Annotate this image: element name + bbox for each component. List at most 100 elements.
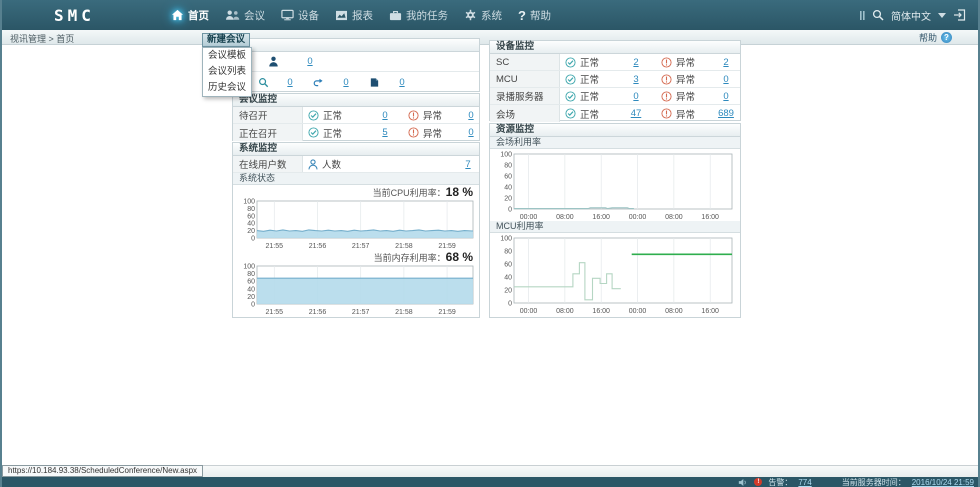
menu-history-conference[interactable]: 历史会议 — [203, 80, 251, 96]
site-normal-count[interactable]: 47 — [616, 108, 656, 119]
upcoming-abnormal-count[interactable]: 0 — [463, 110, 479, 121]
svg-text:16:00: 16:00 — [701, 308, 719, 315]
svg-text:21:55: 21:55 — [266, 309, 284, 316]
svg-text:0: 0 — [508, 301, 512, 308]
svg-text:40: 40 — [504, 185, 512, 192]
home-icon — [171, 9, 184, 21]
record-task-icon[interactable] — [361, 77, 387, 88]
menu-conference-template[interactable]: 会议模板 — [203, 48, 251, 64]
server-time-label: 当前服务器时间： — [842, 477, 906, 487]
nav-help[interactable]: ? 帮助 — [515, 8, 554, 23]
svg-text:20: 20 — [247, 228, 255, 235]
return-task-icon[interactable] — [305, 77, 331, 88]
memory-usage-chart: 21:5521:5621:5721:5821:59020406080100 — [235, 263, 479, 316]
upcoming-normal-count[interactable]: 0 — [367, 110, 403, 121]
normal-check-icon — [308, 127, 319, 138]
table-row: MCU 正常 3 异常 0 — [490, 71, 740, 88]
server-time[interactable]: 2016/10/24 21:59 — [912, 478, 974, 487]
abnormal-alert-icon — [408, 127, 419, 138]
conference-icon — [225, 9, 240, 21]
svg-text:21:56: 21:56 — [309, 309, 327, 316]
ongoing-normal-count[interactable]: 5 — [367, 127, 403, 138]
system-status-subheader: 系统状态 — [233, 173, 479, 185]
language-selector[interactable]: 简体中文 — [891, 8, 931, 23]
nav-device[interactable]: 设备 — [278, 8, 322, 23]
mcu-usage-subheader: MCU利用率 — [490, 221, 740, 233]
mcu-normal-count[interactable]: 3 — [616, 74, 656, 85]
memory-usage-title: 当前内存利用率：68 % — [233, 250, 473, 264]
svg-text:20: 20 — [504, 288, 512, 295]
breadcrumb: 视讯管理 > 首页 — [10, 32, 74, 45]
mcu-abnormal-count[interactable]: 0 — [712, 74, 740, 85]
abnormal-alert-icon — [408, 110, 419, 121]
svg-text:40: 40 — [247, 221, 255, 228]
svg-text:100: 100 — [243, 264, 255, 271]
alarm-label: 告警： — [768, 477, 792, 487]
alarm-icon[interactable]: ! — [754, 478, 762, 486]
table-row: 录播服务器 正常 0 异常 0 — [490, 88, 740, 105]
svg-text:0: 0 — [251, 302, 255, 309]
logout-icon[interactable] — [953, 9, 966, 21]
nav-report[interactable]: 报表 — [332, 8, 376, 23]
svg-text:21:57: 21:57 — [352, 243, 370, 250]
ongoing-abnormal-count[interactable]: 0 — [463, 127, 479, 138]
my-tasks-icon — [389, 9, 402, 21]
search-task-count[interactable]: 0 — [275, 77, 305, 88]
system-icon — [464, 9, 477, 21]
menu-new-conference[interactable]: 新建会议 — [202, 33, 250, 47]
speaker-icon[interactable] — [738, 478, 748, 487]
nav-conference[interactable]: 会议 — [222, 8, 268, 23]
device-monitor-panel: 设备监控 SC 正常 2 异常 2 MCU 正常 3 异常 0 录播服务器 正常 — [489, 40, 741, 121]
online-users-row: 在线用户数 人数 7 — [233, 156, 479, 173]
alarm-count[interactable]: 774 — [798, 478, 811, 487]
sc-abnormal-count[interactable]: 2 — [712, 57, 740, 68]
pending-approval-count[interactable]: 0 — [295, 56, 325, 67]
svg-text:100: 100 — [500, 152, 512, 159]
recorder-abnormal-count[interactable]: 0 — [712, 91, 740, 102]
svg-text:20: 20 — [247, 294, 255, 301]
online-users-count[interactable]: 7 — [457, 159, 479, 170]
svg-text:60: 60 — [247, 279, 255, 286]
svg-text:21:55: 21:55 — [266, 243, 284, 250]
help-link[interactable]: 帮助 ? — [919, 31, 952, 44]
svg-text:40: 40 — [247, 286, 255, 293]
svg-text:00:00: 00:00 — [629, 308, 647, 315]
svg-text:0: 0 — [251, 236, 255, 243]
resource-monitor-panel: 资源监控 会场利用率 00:0008:0016:0000:0008:0016:0… — [489, 123, 741, 318]
svg-text:100: 100 — [243, 199, 255, 206]
svg-text:80: 80 — [504, 249, 512, 256]
return-task-count[interactable]: 0 — [331, 77, 361, 88]
cpu-usage-title: 当前CPU利用率：18 % — [233, 185, 473, 199]
svg-text:16:00: 16:00 — [592, 308, 610, 315]
abnormal-alert-icon — [661, 74, 672, 85]
conference-monitor-panel: 会议监控 待召开 正常 0 异常 0 正在召开 正常 5 异常 0 — [232, 93, 480, 141]
svg-text:08:00: 08:00 — [665, 308, 683, 315]
approval-person-icon — [251, 56, 295, 67]
search-task-icon[interactable] — [251, 77, 275, 88]
normal-check-icon — [308, 110, 319, 121]
recorder-normal-count[interactable]: 0 — [616, 91, 656, 102]
status-bar: ! 告警： 774 当前服务器时间： 2016/10/24 21:59 — [2, 477, 978, 487]
top-bar: SMC 首页 会议 设备 报表 我的任务 系统 ? 帮助 — [2, 0, 978, 30]
nav-my-tasks[interactable]: 我的任务 — [386, 8, 451, 23]
resource-monitor-title: 资源监控 — [490, 124, 740, 137]
site-usage-chart: 00:0008:0016:0000:0008:0016:000204060801… — [492, 151, 738, 221]
svg-text:16:00: 16:00 — [592, 214, 610, 221]
device-monitor-title: 设备监控 — [490, 41, 740, 54]
device-icon — [281, 9, 294, 21]
normal-check-icon — [565, 57, 576, 68]
site-abnormal-count[interactable]: 689 — [712, 108, 740, 119]
svg-text:21:57: 21:57 — [352, 309, 370, 316]
system-monitor-panel: 系统监控 在线用户数 人数 7 系统状态 当前CPU利用率：18 % 21:55… — [232, 142, 480, 318]
report-icon — [335, 10, 348, 21]
svg-text:00:00: 00:00 — [520, 308, 538, 315]
site-usage-subheader: 会场利用率 — [490, 137, 740, 149]
nav-system[interactable]: 系统 — [461, 8, 505, 23]
record-task-count[interactable]: 0 — [387, 77, 417, 88]
menu-conference-list[interactable]: 会议列表 — [203, 64, 251, 80]
search-icon[interactable] — [872, 9, 884, 21]
nav-home[interactable]: 首页 — [168, 8, 212, 23]
svg-text:08:00: 08:00 — [556, 308, 574, 315]
chevron-down-icon[interactable] — [938, 13, 946, 18]
sc-normal-count[interactable]: 2 — [616, 57, 656, 68]
